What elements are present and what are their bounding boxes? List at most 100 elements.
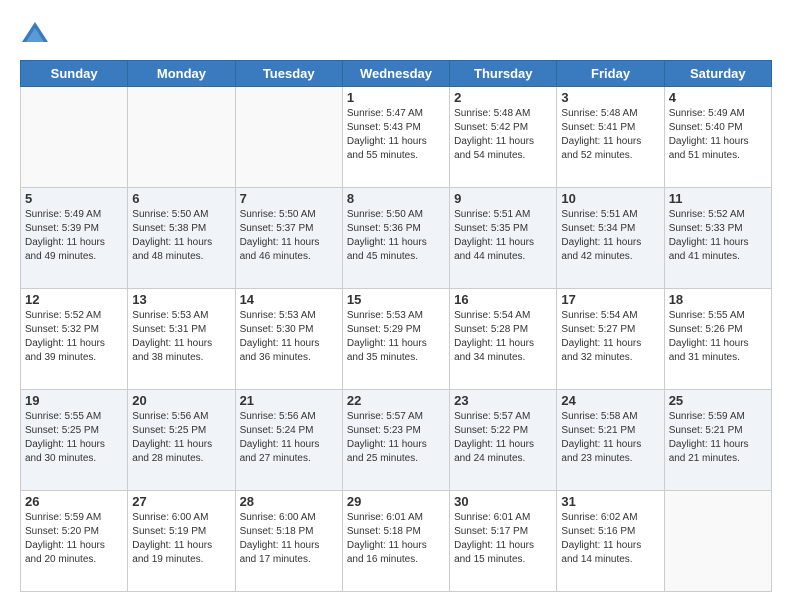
- calendar-cell-3-6: 17 Sunrise: 5:54 AMSunset: 5:27 PMDayligh…: [557, 289, 664, 390]
- calendar-cell-1-3: [235, 87, 342, 188]
- weekday-header-monday: Monday: [128, 61, 235, 87]
- calendar-cell-3-3: 14 Sunrise: 5:53 AMSunset: 5:30 PMDayligh…: [235, 289, 342, 390]
- day-info: Sunrise: 5:59 AMSunset: 5:20 PMDaylight:…: [25, 511, 123, 567]
- day-info: Sunrise: 5:58 AMSunset: 5:21 PMDaylight:…: [561, 410, 659, 466]
- day-number: 4: [669, 90, 767, 105]
- week-row-2: 5 Sunrise: 5:49 AMSunset: 5:39 PMDaylight…: [21, 188, 772, 289]
- calendar-cell-3-2: 13Sunrise: 5:53 AMSunset: 5:31 PMDayligh…: [128, 289, 235, 390]
- week-row-3: 12 Sunrise: 5:52 AMSunset: 5:32 PMDayligh…: [21, 289, 772, 390]
- calendar-cell-4-2: 20Sunrise: 5:56 AMSunset: 5:25 PMDayligh…: [128, 390, 235, 491]
- day-number: 6: [132, 191, 230, 206]
- weekday-header-wednesday: Wednesday: [342, 61, 449, 87]
- calendar-cell-2-7: 11 Sunrise: 5:52 AMSunset: 5:33 PMDayligh…: [664, 188, 771, 289]
- day-number: 25: [669, 393, 767, 408]
- logo: [20, 20, 54, 50]
- day-number: 3: [561, 90, 659, 105]
- week-row-5: 26 Sunrise: 5:59 AMSunset: 5:20 PMDayligh…: [21, 491, 772, 592]
- day-info: Sunrise: 5:48 AMSunset: 5:41 PMDaylight:…: [561, 107, 659, 163]
- day-number: 22: [347, 393, 445, 408]
- day-number: 15: [347, 292, 445, 307]
- calendar-cell-2-5: 9 Sunrise: 5:51 AMSunset: 5:35 PMDaylight…: [450, 188, 557, 289]
- calendar-cell-4-1: 19 Sunrise: 5:55 AMSunset: 5:25 PMDayligh…: [21, 390, 128, 491]
- page: SundayMondayTuesdayWednesdayThursdayFrid…: [0, 0, 792, 612]
- day-info: Sunrise: 5:56 AMSunset: 5:24 PMDaylight:…: [240, 410, 338, 466]
- weekday-header-sunday: Sunday: [21, 61, 128, 87]
- calendar-cell-3-4: 15 Sunrise: 5:53 AMSunset: 5:29 PMDayligh…: [342, 289, 449, 390]
- day-number: 9: [454, 191, 552, 206]
- weekday-header-friday: Friday: [557, 61, 664, 87]
- calendar-cell-5-3: 28 Sunrise: 6:00 AMSunset: 5:18 PMDayligh…: [235, 491, 342, 592]
- week-row-4: 19 Sunrise: 5:55 AMSunset: 5:25 PMDayligh…: [21, 390, 772, 491]
- calendar-cell-1-7: 4 Sunrise: 5:49 AMSunset: 5:40 PMDaylight…: [664, 87, 771, 188]
- calendar-cell-1-1: [21, 87, 128, 188]
- day-info: Sunrise: 5:48 AMSunset: 5:42 PMDaylight:…: [454, 107, 552, 163]
- day-number: 29: [347, 494, 445, 509]
- day-info: Sunrise: 5:52 AMSunset: 5:32 PMDaylight:…: [25, 309, 123, 365]
- calendar-cell-4-4: 22 Sunrise: 5:57 AMSunset: 5:23 PMDayligh…: [342, 390, 449, 491]
- day-info: Sunrise: 5:50 AMSunset: 5:38 PMDaylight:…: [132, 208, 230, 264]
- day-info: Sunrise: 5:55 AMSunset: 5:25 PMDaylight:…: [25, 410, 123, 466]
- day-number: 20: [132, 393, 230, 408]
- day-number: 30: [454, 494, 552, 509]
- day-number: 5: [25, 191, 123, 206]
- weekday-header-thursday: Thursday: [450, 61, 557, 87]
- day-info: Sunrise: 5:53 AMSunset: 5:30 PMDaylight:…: [240, 309, 338, 365]
- day-number: 14: [240, 292, 338, 307]
- calendar-cell-1-5: 2Sunrise: 5:48 AMSunset: 5:42 PMDaylight…: [450, 87, 557, 188]
- day-info: Sunrise: 5:51 AMSunset: 5:35 PMDaylight:…: [454, 208, 552, 264]
- day-number: 8: [347, 191, 445, 206]
- day-number: 18: [669, 292, 767, 307]
- calendar-cell-1-6: 3 Sunrise: 5:48 AMSunset: 5:41 PMDaylight…: [557, 87, 664, 188]
- calendar-cell-4-6: 24Sunrise: 5:58 AMSunset: 5:21 PMDayligh…: [557, 390, 664, 491]
- day-number: 26: [25, 494, 123, 509]
- day-number: 21: [240, 393, 338, 408]
- day-number: 17: [561, 292, 659, 307]
- day-number: 31: [561, 494, 659, 509]
- day-info: Sunrise: 5:47 AMSunset: 5:43 PMDaylight:…: [347, 107, 445, 163]
- day-info: Sunrise: 5:55 AMSunset: 5:26 PMDaylight:…: [669, 309, 767, 365]
- day-info: Sunrise: 6:00 AMSunset: 5:19 PMDaylight:…: [132, 511, 230, 567]
- day-number: 1: [347, 90, 445, 105]
- calendar-cell-2-1: 5 Sunrise: 5:49 AMSunset: 5:39 PMDaylight…: [21, 188, 128, 289]
- header: [20, 20, 772, 50]
- calendar-cell-3-7: 18 Sunrise: 5:55 AMSunset: 5:26 PMDayligh…: [664, 289, 771, 390]
- calendar-cell-2-6: 10Sunrise: 5:51 AMSunset: 5:34 PMDayligh…: [557, 188, 664, 289]
- day-number: 13: [132, 292, 230, 307]
- day-info: Sunrise: 5:57 AMSunset: 5:23 PMDaylight:…: [347, 410, 445, 466]
- day-info: Sunrise: 6:00 AMSunset: 5:18 PMDaylight:…: [240, 511, 338, 567]
- day-info: Sunrise: 6:02 AMSunset: 5:16 PMDaylight:…: [561, 511, 659, 567]
- day-number: 28: [240, 494, 338, 509]
- day-number: 12: [25, 292, 123, 307]
- calendar-cell-2-3: 7 Sunrise: 5:50 AMSunset: 5:37 PMDaylight…: [235, 188, 342, 289]
- day-number: 16: [454, 292, 552, 307]
- day-info: Sunrise: 5:49 AMSunset: 5:39 PMDaylight:…: [25, 208, 123, 264]
- calendar-cell-4-7: 25 Sunrise: 5:59 AMSunset: 5:21 PMDayligh…: [664, 390, 771, 491]
- calendar-cell-5-2: 27Sunrise: 6:00 AMSunset: 5:19 PMDayligh…: [128, 491, 235, 592]
- day-info: Sunrise: 5:52 AMSunset: 5:33 PMDaylight:…: [669, 208, 767, 264]
- day-info: Sunrise: 6:01 AMSunset: 5:18 PMDaylight:…: [347, 511, 445, 567]
- calendar-cell-5-4: 29 Sunrise: 6:01 AMSunset: 5:18 PMDayligh…: [342, 491, 449, 592]
- day-info: Sunrise: 5:50 AMSunset: 5:37 PMDaylight:…: [240, 208, 338, 264]
- calendar-cell-5-1: 26 Sunrise: 5:59 AMSunset: 5:20 PMDayligh…: [21, 491, 128, 592]
- day-number: 7: [240, 191, 338, 206]
- day-info: Sunrise: 5:49 AMSunset: 5:40 PMDaylight:…: [669, 107, 767, 163]
- day-info: Sunrise: 5:53 AMSunset: 5:29 PMDaylight:…: [347, 309, 445, 365]
- calendar-cell-3-5: 16Sunrise: 5:54 AMSunset: 5:28 PMDayligh…: [450, 289, 557, 390]
- day-info: Sunrise: 6:01 AMSunset: 5:17 PMDaylight:…: [454, 511, 552, 567]
- day-number: 11: [669, 191, 767, 206]
- calendar-cell-2-4: 8Sunrise: 5:50 AMSunset: 5:36 PMDaylight…: [342, 188, 449, 289]
- logo-icon: [20, 20, 50, 50]
- week-row-1: 1 Sunrise: 5:47 AMSunset: 5:43 PMDaylight…: [21, 87, 772, 188]
- calendar-cell-5-5: 30 Sunrise: 6:01 AMSunset: 5:17 PMDayligh…: [450, 491, 557, 592]
- calendar-cell-1-4: 1 Sunrise: 5:47 AMSunset: 5:43 PMDaylight…: [342, 87, 449, 188]
- day-info: Sunrise: 5:59 AMSunset: 5:21 PMDaylight:…: [669, 410, 767, 466]
- day-number: 19: [25, 393, 123, 408]
- calendar-cell-4-3: 21 Sunrise: 5:56 AMSunset: 5:24 PMDayligh…: [235, 390, 342, 491]
- weekday-header-tuesday: Tuesday: [235, 61, 342, 87]
- day-info: Sunrise: 5:54 AMSunset: 5:27 PMDaylight:…: [561, 309, 659, 365]
- weekday-header-row: SundayMondayTuesdayWednesdayThursdayFrid…: [21, 61, 772, 87]
- day-number: 10: [561, 191, 659, 206]
- weekday-header-saturday: Saturday: [664, 61, 771, 87]
- calendar-cell-2-2: 6 Sunrise: 5:50 AMSunset: 5:38 PMDaylight…: [128, 188, 235, 289]
- day-number: 23: [454, 393, 552, 408]
